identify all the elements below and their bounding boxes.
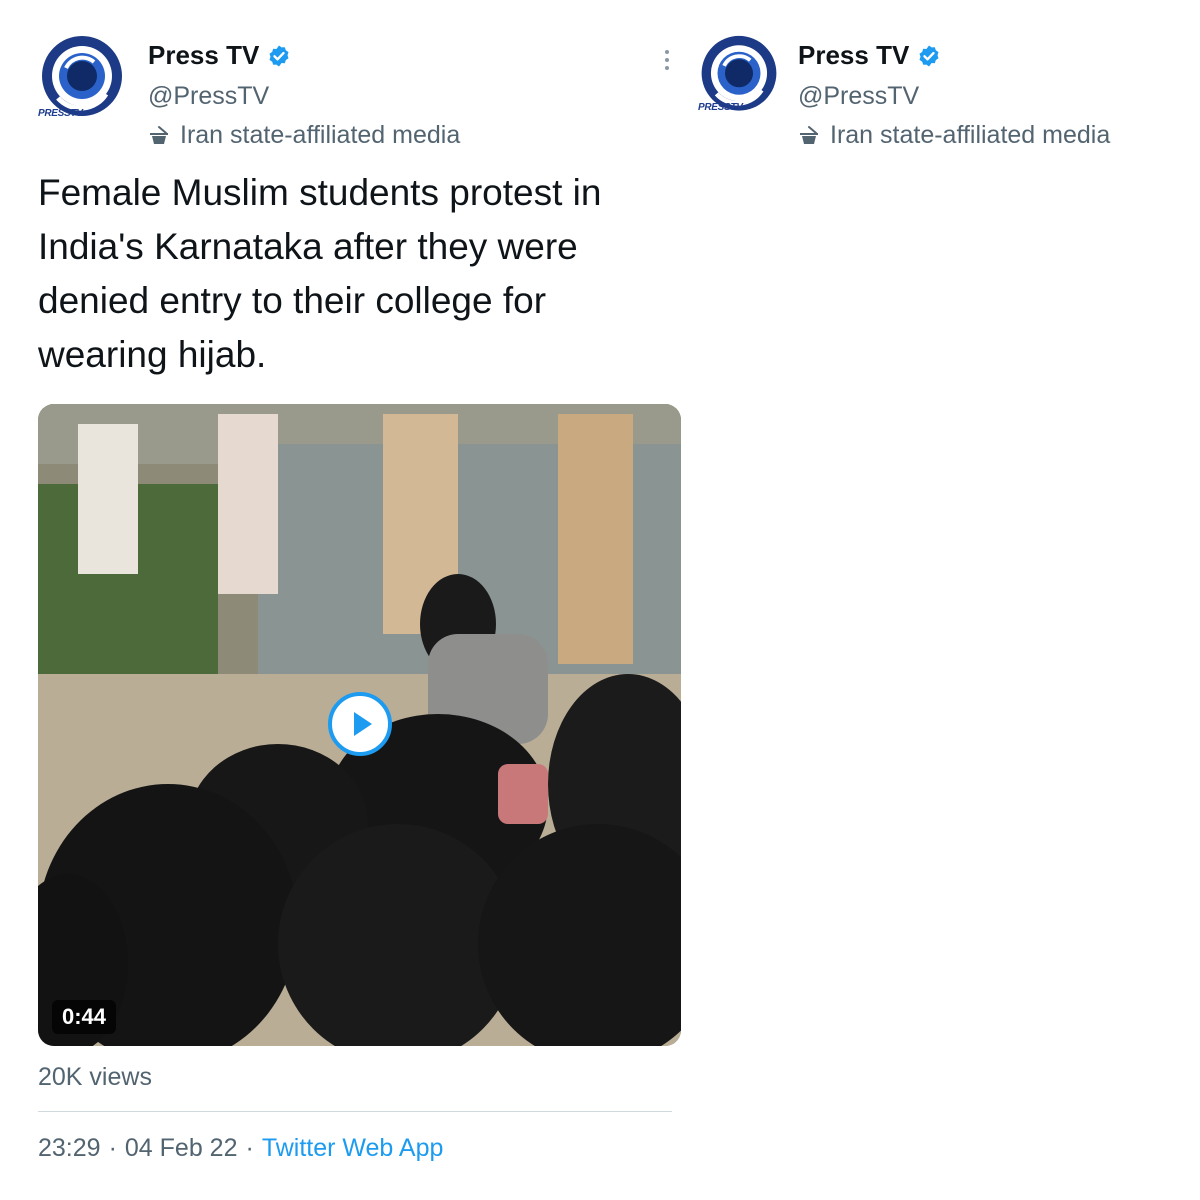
- header-copy-card: PRESSTV Press TV @PressTV Iran state-aff…: [696, 18, 1182, 168]
- avatar-brand-text: PRESSTV: [698, 102, 743, 113]
- state-media-label[interactable]: Iran state-affiliated media: [146, 121, 460, 150]
- more-options-icon[interactable]: [663, 50, 671, 74]
- avatar-brand-text: PRESSTV: [38, 108, 83, 119]
- author-avatar[interactable]: PRESSTV: [696, 34, 782, 120]
- tweet-date[interactable]: 04 Feb 22: [125, 1134, 238, 1163]
- author-name-row[interactable]: Press TV: [148, 40, 291, 71]
- source-app-link[interactable]: Twitter Web App: [262, 1134, 444, 1163]
- state-media-label[interactable]: Iran state-affiliated media: [796, 121, 1110, 150]
- verified-badge-icon: [269, 45, 289, 66]
- author-name-row[interactable]: Press TV: [798, 40, 941, 71]
- video-duration: 0:44: [52, 1000, 117, 1034]
- tweet-text: Female Muslim students protest in India'…: [38, 172, 602, 375]
- author-handle[interactable]: @PressTV: [148, 82, 269, 111]
- tweet-card: PRESSTV Press TV @PressTV Iran state-aff…: [18, 18, 686, 1186]
- author-handle[interactable]: @PressTV: [798, 82, 919, 111]
- video-player[interactable]: 0:44: [38, 404, 681, 1046]
- meta-separator: ·: [108, 1134, 117, 1162]
- tweet-time[interactable]: 23:29: [38, 1134, 101, 1163]
- author-avatar[interactable]: PRESSTV: [36, 34, 128, 126]
- play-button[interactable]: [328, 692, 392, 756]
- tweet-meta: 23:29 · 04 Feb 22 · Twitter Web App: [38, 1134, 443, 1163]
- author-name[interactable]: Press TV: [148, 40, 259, 71]
- play-icon: [354, 712, 372, 736]
- state-media-label-text: Iran state-affiliated media: [830, 121, 1111, 149]
- divider: [38, 1111, 672, 1112]
- state-media-icon: [800, 125, 818, 144]
- author-name[interactable]: Press TV: [798, 40, 909, 71]
- state-media-icon: [150, 125, 168, 144]
- meta-separator: ·: [245, 1134, 254, 1162]
- view-count: 20K views: [38, 1063, 152, 1091]
- verified-badge-icon: [919, 45, 939, 66]
- state-media-label-text: Iran state-affiliated media: [180, 121, 461, 149]
